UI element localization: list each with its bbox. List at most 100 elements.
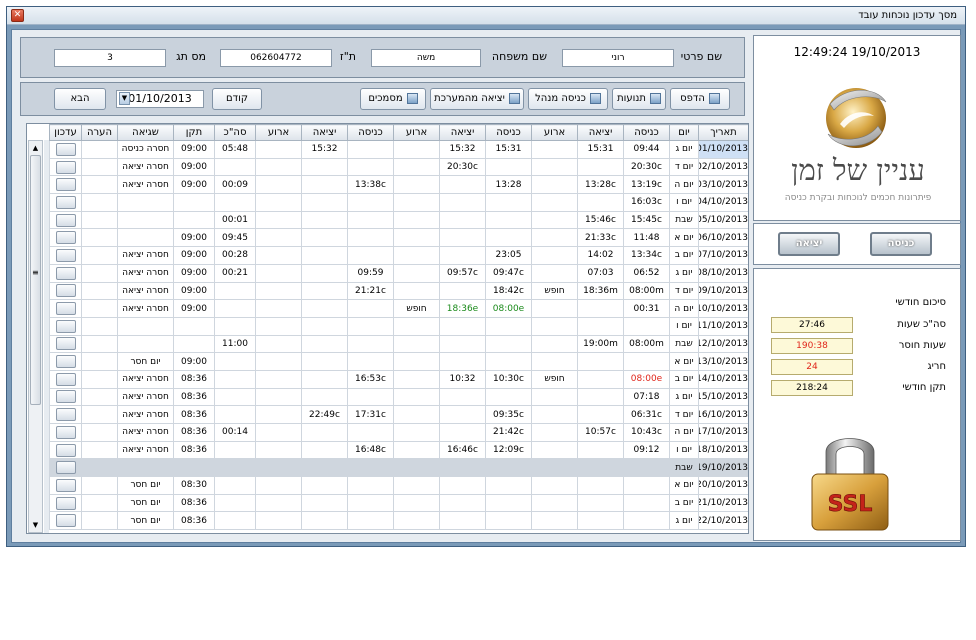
cell-out2[interactable]: 09:57c <box>439 263 486 283</box>
cell-out2[interactable] <box>439 281 486 301</box>
cell-in3[interactable]: 09:59 <box>347 263 394 283</box>
cell-in2[interactable] <box>485 228 532 248</box>
cell-total[interactable] <box>214 352 256 371</box>
cell-ev2[interactable] <box>393 281 440 301</box>
cell-day[interactable]: יום ה <box>669 423 699 442</box>
cell-in2[interactable]: 08:00e <box>485 299 532 318</box>
cell-ev3[interactable] <box>255 458 302 478</box>
cell-std[interactable]: 09:00 <box>173 352 215 371</box>
cell-out1[interactable] <box>577 299 624 318</box>
cell-note[interactable] <box>81 175 118 195</box>
cell-out1[interactable]: 13:28c <box>577 175 624 195</box>
edit-row-button[interactable] <box>55 178 76 192</box>
table-row[interactable]: 11/10/2013 יום ו <box>49 316 748 336</box>
cell-out1[interactable] <box>577 493 624 513</box>
cell-ev3[interactable] <box>255 193 302 212</box>
cell-in1[interactable]: 07:18 <box>623 387 670 407</box>
cell-in3[interactable] <box>347 423 394 442</box>
cell-std[interactable]: 08:36 <box>173 493 215 513</box>
column-header[interactable]: יום <box>669 124 699 141</box>
cell-ev2[interactable] <box>393 228 440 248</box>
cell-in1[interactable] <box>623 316 670 336</box>
table-row[interactable]: 10/10/2013 יום ה 00:31 08:00e 18:36e חופש 09:0… <box>49 299 748 318</box>
cell-in1[interactable]: 06:52 <box>623 263 670 283</box>
cell-err[interactable]: חסרה יציאה <box>117 157 174 177</box>
cell-err[interactable] <box>117 458 174 478</box>
cell-in3[interactable] <box>347 228 394 248</box>
cell-in2[interactable]: 10:30c <box>485 369 532 389</box>
cell-total[interactable]: 05:48 <box>214 140 256 159</box>
edit-row-button[interactable] <box>55 142 76 156</box>
table-row[interactable]: 14/10/2013 יום ב 08:00e חופש 10:30c 10:32 16:5… <box>49 369 748 389</box>
edit-row-button[interactable] <box>55 231 76 245</box>
cell-out3[interactable] <box>301 440 348 460</box>
edit-row-button[interactable] <box>55 408 76 422</box>
cell-day[interactable]: יום ב <box>669 369 699 389</box>
cell-total[interactable]: 09:45 <box>214 228 256 248</box>
cell-in1[interactable]: 10:43c <box>623 423 670 442</box>
cell-ev2[interactable] <box>393 246 440 265</box>
cell-in1[interactable]: 16:03c <box>623 193 670 212</box>
cell-out3[interactable] <box>301 175 348 195</box>
cell-in2[interactable]: 21:42c <box>485 423 532 442</box>
table-row[interactable]: 18/10/2013 יום ו 09:12 12:09c 16:46c 16:48c 08… <box>49 440 748 460</box>
cell-in3[interactable]: 16:53c <box>347 369 394 389</box>
cell-ev1[interactable] <box>531 334 578 354</box>
cell-in2[interactable]: 18:42c <box>485 281 532 301</box>
cell-in1[interactable] <box>623 511 670 531</box>
cell-ev1[interactable] <box>531 423 578 442</box>
cell-ev2[interactable] <box>393 263 440 283</box>
cell-ev3[interactable] <box>255 316 302 336</box>
column-header[interactable]: שגיאה <box>117 124 174 141</box>
cell-ev2[interactable] <box>393 511 440 531</box>
cell-err[interactable]: יום חסר <box>117 352 174 371</box>
cell-note[interactable] <box>81 263 118 283</box>
cell-out1[interactable] <box>577 511 624 531</box>
cell-in3[interactable] <box>347 193 394 212</box>
manager-entry-button[interactable]: כניסה מנהל <box>528 88 608 110</box>
cell-err[interactable]: חסרה יציאה <box>117 423 174 442</box>
cell-note[interactable] <box>81 387 118 407</box>
cell-ev3[interactable] <box>255 246 302 265</box>
tag-field[interactable]: 3 <box>54 49 166 67</box>
cell-out3[interactable] <box>301 263 348 283</box>
cell-out2[interactable] <box>439 405 486 424</box>
cell-out3[interactable] <box>301 316 348 336</box>
cell-err[interactable]: יום חסר <box>117 511 174 531</box>
cell-in2[interactable] <box>485 316 532 336</box>
cell-ev1[interactable] <box>531 175 578 195</box>
cell-ev3[interactable] <box>255 440 302 460</box>
cell-out1[interactable] <box>577 369 624 389</box>
cell-out3[interactable] <box>301 423 348 442</box>
cell-out2[interactable] <box>439 228 486 248</box>
cell-std[interactable]: 09:00 <box>173 175 215 195</box>
cell-err[interactable]: חסרה יציאה <box>117 405 174 424</box>
cell-out3[interactable] <box>301 334 348 354</box>
cell-day[interactable]: יום ג <box>669 511 699 531</box>
cell-total[interactable] <box>214 157 256 177</box>
cell-out1[interactable]: 19:00m <box>577 334 624 354</box>
cell-ev1[interactable] <box>531 511 578 531</box>
cell-ev1[interactable] <box>531 405 578 424</box>
cell-ev3[interactable] <box>255 369 302 389</box>
column-header[interactable]: סה"כ <box>214 124 256 141</box>
cell-in1[interactable]: 09:12 <box>623 440 670 460</box>
cell-in1[interactable]: 08:00e <box>623 369 670 389</box>
cell-out2[interactable] <box>439 458 486 478</box>
cell-out1[interactable]: 18:36m <box>577 281 624 301</box>
cell-ev1[interactable] <box>531 246 578 265</box>
cell-day[interactable]: יום א <box>669 228 699 248</box>
cell-ev2[interactable] <box>393 387 440 407</box>
cell-std[interactable]: 09:00 <box>173 228 215 248</box>
cell-note[interactable] <box>81 193 118 212</box>
cell-in3[interactable] <box>347 493 394 513</box>
cell-err[interactable]: יום חסר <box>117 493 174 513</box>
cell-out3[interactable] <box>301 246 348 265</box>
cell-ev2[interactable] <box>393 157 440 177</box>
table-row[interactable]: 16/10/2013 יום ד 06:31c 09:35c 17:31c 22:49c 0… <box>49 405 748 424</box>
cell-in1[interactable]: 00:31 <box>623 299 670 318</box>
column-header[interactable]: כניסה <box>485 124 532 141</box>
cell-total[interactable] <box>214 387 256 407</box>
edit-row-button[interactable] <box>55 266 76 280</box>
cell-std[interactable] <box>173 458 215 478</box>
